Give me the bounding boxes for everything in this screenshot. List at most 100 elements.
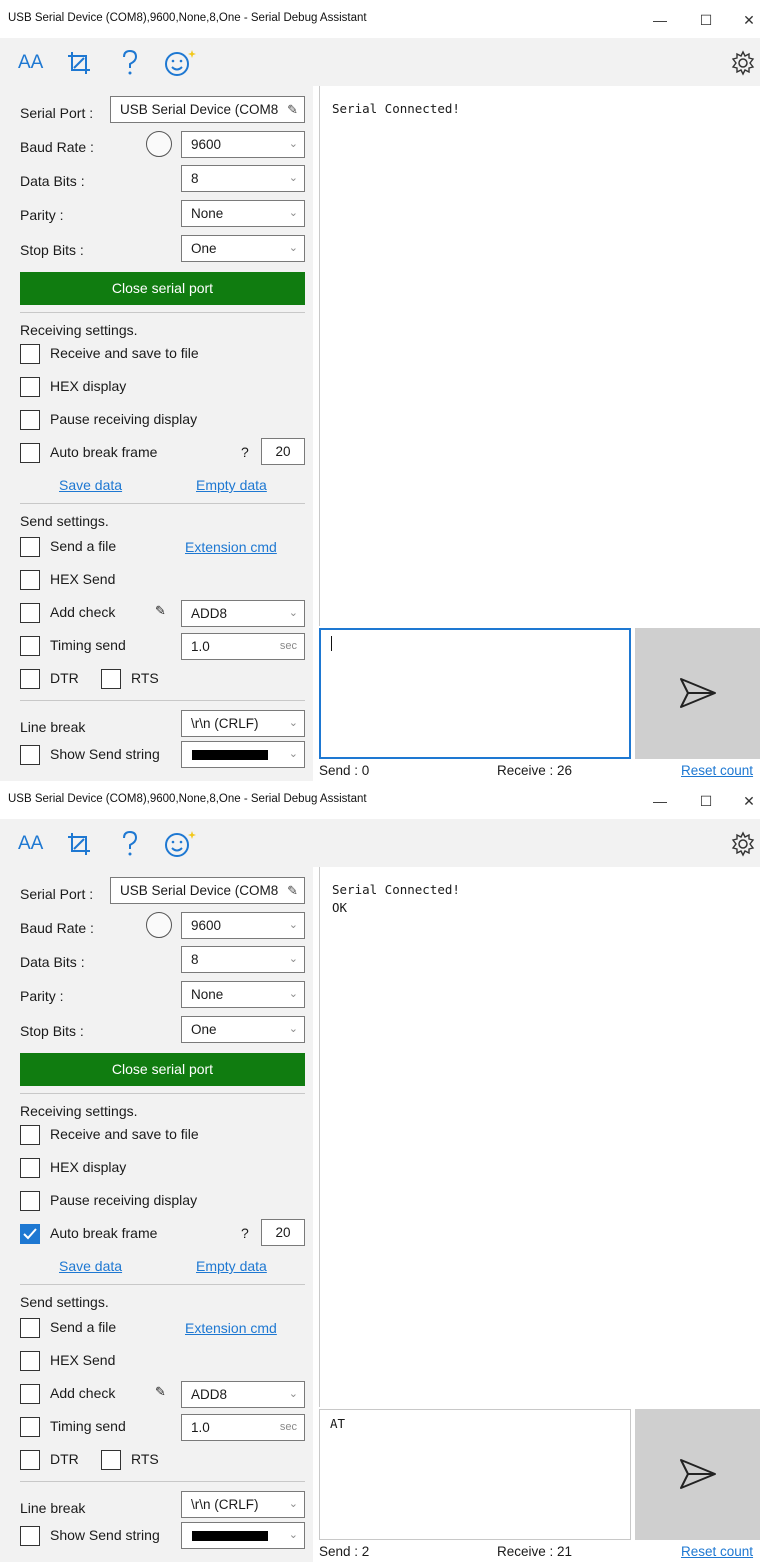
auto-break-help-icon[interactable]: ? — [241, 444, 249, 460]
check-type-select[interactable]: ADD8 ⌄ — [181, 1381, 305, 1408]
rts-label: RTS — [131, 670, 159, 686]
auto-break-help-icon[interactable]: ? — [241, 1225, 249, 1241]
parity-select[interactable]: None ⌄ — [181, 981, 305, 1008]
add-check-checkbox[interactable] — [20, 603, 40, 623]
auto-break-interval-input[interactable]: 20 — [261, 1219, 305, 1246]
pause-receiving-checkbox[interactable] — [20, 410, 40, 430]
save-data-link[interactable]: Save data — [59, 1258, 122, 1274]
settings-gear-icon[interactable] — [730, 48, 756, 78]
baud-rate-select[interactable]: 9600 ⌄ — [181, 912, 305, 939]
edit-pencil-icon[interactable]: ✎ — [287, 878, 298, 903]
check-type-value: ADD8 — [191, 1387, 228, 1402]
chevron-down-icon: ⌄ — [288, 138, 298, 150]
divider — [20, 503, 305, 504]
receiving-settings-heading: Receiving settings. — [20, 322, 138, 338]
serial-port-field[interactable]: USB Serial Device (COM8 ✎ — [110, 96, 305, 123]
show-send-string-checkbox[interactable] — [20, 1526, 40, 1546]
timing-interval-input[interactable]: 1.0 sec — [181, 633, 305, 660]
help-icon[interactable] — [120, 48, 140, 78]
data-bits-label: Data Bits : — [20, 173, 85, 189]
reset-count-link[interactable]: Reset count — [681, 1544, 753, 1562]
crop-icon[interactable] — [66, 48, 92, 78]
crop-icon[interactable] — [66, 829, 92, 859]
auto-break-interval-input[interactable]: 20 — [261, 438, 305, 465]
baud-custom-edit-icon[interactable] — [146, 131, 172, 157]
send-string-color-select[interactable]: ⌄ — [181, 741, 305, 768]
send-file-checkbox[interactable] — [20, 537, 40, 557]
close-serial-port-button[interactable]: Close serial port — [20, 1053, 305, 1086]
parity-select[interactable]: None ⌄ — [181, 200, 305, 227]
feedback-smiley-icon[interactable] — [164, 829, 200, 859]
minimize-button[interactable]: — — [650, 791, 670, 811]
timing-send-checkbox[interactable] — [20, 636, 40, 656]
receive-save-to-file-label: Receive and save to file — [50, 1126, 199, 1142]
close-button[interactable]: ✕ — [739, 10, 759, 30]
serial-port-field[interactable]: USB Serial Device (COM8 ✎ — [110, 877, 305, 904]
chevron-down-icon: ⌄ — [288, 1498, 298, 1510]
hex-send-checkbox[interactable] — [20, 570, 40, 590]
receive-save-to-file-checkbox[interactable] — [20, 1125, 40, 1145]
receive-save-to-file-checkbox[interactable] — [20, 344, 40, 364]
hex-display-checkbox[interactable] — [20, 377, 40, 397]
baud-custom-edit-icon[interactable] — [146, 912, 172, 938]
send-input[interactable]: AT — [319, 1409, 631, 1540]
send-string-color-select[interactable]: ⌄ — [181, 1522, 305, 1549]
help-icon[interactable] — [120, 829, 140, 859]
minimize-button[interactable]: — — [650, 10, 670, 30]
settings-gear-icon[interactable] — [730, 829, 756, 859]
baud-rate-select[interactable]: 9600 ⌄ — [181, 131, 305, 158]
line-break-label: Line break — [20, 1500, 86, 1516]
extension-cmd-link[interactable]: Extension cmd — [185, 539, 277, 555]
receive-data-area[interactable]: Serial Connected! — [319, 86, 760, 626]
maximize-button[interactable]: ☐ — [696, 10, 716, 30]
send-button[interactable] — [635, 1409, 760, 1540]
dtr-checkbox[interactable] — [20, 1450, 40, 1470]
auto-break-frame-checkbox[interactable] — [20, 1224, 40, 1244]
show-send-string-checkbox[interactable] — [20, 745, 40, 765]
send-file-checkbox[interactable] — [20, 1318, 40, 1338]
check-edit-icon[interactable]: ✎ — [155, 1384, 166, 1400]
stop-bits-select[interactable]: One ⌄ — [181, 235, 305, 262]
rts-checkbox[interactable] — [101, 669, 121, 689]
hex-display-label: HEX display — [50, 1159, 127, 1175]
extension-cmd-link[interactable]: Extension cmd — [185, 1320, 277, 1336]
hex-send-checkbox[interactable] — [20, 1351, 40, 1371]
chevron-down-icon: ⌄ — [288, 748, 298, 760]
send-input[interactable] — [319, 628, 631, 759]
parity-value: None — [191, 206, 224, 221]
check-edit-icon[interactable]: ✎ — [155, 603, 166, 619]
data-bits-select[interactable]: 8 ⌄ — [181, 946, 305, 973]
stop-bits-select[interactable]: One ⌄ — [181, 1016, 305, 1043]
auto-break-frame-checkbox[interactable] — [20, 443, 40, 463]
baud-rate-label: Baud Rate : — [20, 920, 94, 936]
empty-data-link[interactable]: Empty data — [196, 477, 267, 493]
add-check-label: Add check — [50, 1385, 116, 1401]
check-type-select[interactable]: ADD8 ⌄ — [181, 600, 305, 627]
timing-interval-input[interactable]: 1.0 sec — [181, 1414, 305, 1441]
line-break-select[interactable]: \r\n (CRLF) ⌄ — [181, 710, 305, 737]
add-check-checkbox[interactable] — [20, 1384, 40, 1404]
data-bits-select[interactable]: 8 ⌄ — [181, 165, 305, 192]
pause-receiving-checkbox[interactable] — [20, 1191, 40, 1211]
edit-pencil-icon[interactable]: ✎ — [287, 97, 298, 122]
send-settings-heading: Send settings. — [20, 513, 109, 529]
close-serial-port-button[interactable]: Close serial port — [20, 272, 305, 305]
close-button[interactable]: ✕ — [739, 791, 759, 811]
feedback-smiley-icon[interactable] — [164, 48, 200, 78]
send-count: Send : 0 — [319, 763, 370, 778]
settings-panel: Serial Port : USB Serial Device (COM8 ✎ … — [0, 867, 313, 1562]
maximize-button[interactable]: ☐ — [696, 791, 716, 811]
receive-data-area[interactable]: Serial Connected! OK — [319, 867, 760, 1407]
send-button[interactable] — [635, 628, 760, 759]
empty-data-link[interactable]: Empty data — [196, 1258, 267, 1274]
font-size-icon[interactable]: AA — [18, 829, 43, 859]
timing-send-checkbox[interactable] — [20, 1417, 40, 1437]
reset-count-link[interactable]: Reset count — [681, 763, 753, 781]
hex-display-checkbox[interactable] — [20, 1158, 40, 1178]
dtr-checkbox[interactable] — [20, 669, 40, 689]
rts-checkbox[interactable] — [101, 1450, 121, 1470]
save-data-link[interactable]: Save data — [59, 477, 122, 493]
font-size-icon[interactable]: AA — [18, 48, 43, 78]
line-break-select[interactable]: \r\n (CRLF) ⌄ — [181, 1491, 305, 1518]
chevron-down-icon: ⌄ — [288, 172, 298, 184]
